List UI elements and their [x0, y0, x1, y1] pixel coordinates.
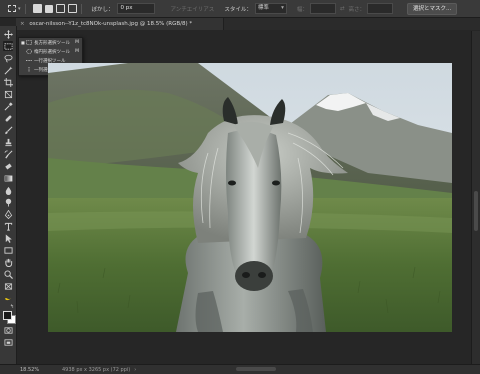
- screen-mode-icon[interactable]: [3, 337, 13, 347]
- height-input[interactable]: [366, 3, 393, 14]
- document-info[interactable]: 4938 px x 3265 px (72 ppi): [62, 367, 130, 373]
- chevron-down-icon[interactable]: ▾: [18, 6, 21, 12]
- divider: [24, 3, 26, 14]
- style-select[interactable]: 標準 ▾: [254, 3, 287, 14]
- rect-marquee-icon: [26, 40, 32, 45]
- flyout-item-elliptical-marquee[interactable]: 楕円形選択ツール M: [19, 47, 82, 56]
- vertical-scroll-thumb[interactable]: [474, 191, 478, 231]
- flyout-item-label: 長方形選択ツール: [34, 40, 70, 46]
- eyedropper-tool-icon[interactable]: [3, 101, 13, 111]
- selected-indicator: ■: [21, 40, 25, 45]
- crop-tool-icon[interactable]: [3, 77, 13, 87]
- document-tab-title: oscar-nilsson--Y1z_tc8NOk-unsplash.jpg @…: [29, 21, 193, 27]
- vertical-scrollbar[interactable]: [471, 31, 480, 364]
- path-selection-tool-icon[interactable]: [3, 233, 13, 243]
- lasso-tool-icon[interactable]: [3, 53, 13, 63]
- document-tab-close-button[interactable]: ×: [20, 21, 25, 27]
- flyout-item-label: 楕円形選択ツール: [34, 49, 70, 55]
- new-selection-icon[interactable]: [32, 4, 42, 13]
- height-label: 高さ：: [348, 6, 365, 13]
- horizontal-scroll-thumb[interactable]: [236, 367, 276, 371]
- eraser-tool-icon[interactable]: [3, 161, 13, 171]
- dodge-tool-icon[interactable]: [3, 197, 13, 207]
- healing-brush-tool-icon[interactable]: [3, 113, 13, 123]
- canvas-image[interactable]: [48, 63, 452, 332]
- width-label: 幅：: [296, 6, 308, 13]
- subtract-from-selection-icon[interactable]: [55, 4, 65, 13]
- horse-photo: [48, 63, 452, 332]
- single-column-marquee-icon: [26, 67, 32, 72]
- pen-tool-icon[interactable]: [3, 209, 13, 219]
- document-tab[interactable]: × oscar-nilsson--Y1z_tc8NOk-unsplash.jpg…: [16, 18, 224, 30]
- swap-colors-icon[interactable]: ↰: [10, 304, 14, 310]
- style-select-value: 標準: [257, 5, 269, 11]
- intersect-selection-icon[interactable]: [67, 4, 77, 13]
- width-input[interactable]: [309, 3, 336, 14]
- gradient-tool-icon[interactable]: [3, 173, 13, 183]
- quick-mask-icon[interactable]: [3, 325, 13, 335]
- move-tool-icon[interactable]: [3, 29, 13, 39]
- frame-tool-icon[interactable]: [3, 89, 13, 99]
- rectangular-marquee-icon[interactable]: [8, 5, 16, 12]
- tools-panel: ↰: [0, 26, 17, 364]
- feather-label: ぼかし：: [91, 6, 114, 13]
- document-tab-bar: × oscar-nilsson--Y1z_tc8NOk-unsplash.jpg…: [16, 18, 480, 30]
- magic-wand-tool-icon[interactable]: [3, 65, 13, 75]
- feather-input[interactable]: 0 px: [116, 3, 155, 14]
- rectangle-tool-icon[interactable]: [3, 245, 13, 255]
- antialias-checkbox-label[interactable]: アンチエイリアス: [171, 5, 215, 13]
- divider: [80, 3, 82, 14]
- foreground-color-swatch[interactable]: [3, 311, 12, 320]
- clone-stamp-tool-icon[interactable]: [3, 137, 13, 147]
- rectangular-marquee-tool-icon[interactable]: [3, 41, 13, 51]
- zoom-tool-icon[interactable]: [3, 269, 13, 279]
- flyout-item-shortcut: M: [75, 40, 79, 45]
- brush-tool-icon[interactable]: [3, 125, 13, 135]
- single-row-marquee-icon: [26, 58, 32, 63]
- chevron-down-icon: ▾: [281, 5, 284, 11]
- edit-toolbar-icon[interactable]: [3, 281, 13, 291]
- banana-icon[interactable]: [3, 293, 13, 303]
- style-label: スタイル：: [224, 6, 252, 13]
- type-tool-icon[interactable]: [3, 221, 13, 231]
- ellipse-marquee-icon: [26, 49, 32, 54]
- flyout-item-shortcut: M: [75, 49, 79, 54]
- flyout-item-rectangular-marquee[interactable]: ■ 長方形選択ツール M: [19, 38, 82, 47]
- hand-tool-icon[interactable]: [3, 257, 13, 267]
- select-and-mask-button[interactable]: 選択とマスク...: [406, 2, 458, 15]
- blur-tool-icon[interactable]: [3, 185, 13, 195]
- status-menu-icon[interactable]: ›: [134, 367, 136, 373]
- swap-icon[interactable]: ⇄: [340, 6, 345, 12]
- add-to-selection-icon[interactable]: [44, 4, 53, 13]
- zoom-level[interactable]: 18.52%: [20, 367, 50, 373]
- history-brush-tool-icon[interactable]: [3, 149, 13, 159]
- options-bar: ▾ ぼかし： 0 px アンチエイリアス スタイル： 標準 ▾ 幅： ⇄ 高さ：…: [0, 0, 480, 18]
